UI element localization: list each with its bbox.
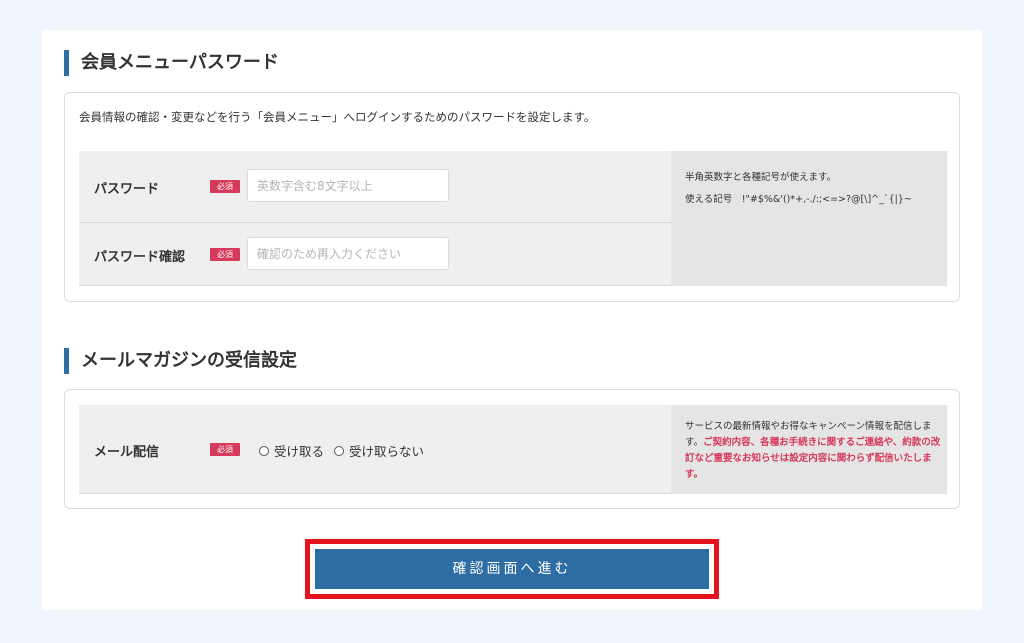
main-panel: 会員メニューパスワード 会員情報の確認・変更などを行う「会員メニュー」へログイン… — [42, 30, 982, 610]
password-intro: 会員情報の確認・変更などを行う「会員メニュー」へログインするためのパスワードを設… — [79, 110, 596, 124]
mail-card: メール配信 必須 受け取る 受け取らない サービスの最新情報やお得なキャンペーン… — [64, 389, 960, 509]
password-label: パスワード — [94, 182, 160, 197]
radio-not-receive-label: 受け取らない — [349, 444, 425, 459]
password-confirm-row: パスワード確認 必須 — [79, 223, 671, 286]
password-help-line1: 半角英数字と各種記号が使えます。 — [685, 172, 837, 183]
mail-delivery-label: メール配信 — [94, 445, 160, 460]
mail-delivery-radio-group: 受け取る 受け取らない — [259, 441, 434, 460]
mail-section-title: メールマガジンの受信設定 — [64, 348, 297, 374]
confirm-button[interactable]: 確認画面へ進む — [315, 549, 709, 589]
mail-help-text: サービスの最新情報やお得なキャンペーン情報を配信します。ご契約内容、各種お手続き… — [685, 419, 943, 483]
password-input[interactable] — [247, 169, 449, 202]
password-confirm-label: パスワード確認 — [94, 250, 186, 265]
required-badge: 必須 — [210, 180, 240, 193]
password-confirm-input[interactable] — [247, 237, 449, 270]
mail-row: メール配信 必須 受け取る 受け取らない — [79, 405, 671, 494]
radio-receive-label: 受け取る — [274, 444, 325, 459]
required-badge: 必須 — [210, 443, 240, 456]
radio-receive[interactable]: 受け取る — [259, 441, 324, 460]
mail-help-notice: ご契約内容、各種お手続きに関するご連絡や、約款の改訂など重要なお知らせは設定内容… — [685, 437, 941, 480]
password-help: 半角英数字と各種記号が使えます。 使える記号 !"#$%&'()*+,-./:;… — [671, 151, 947, 286]
password-help-line2: 使える記号 !"#$%&'()*+,-./:;<=>?@[\]^_`{|}~ — [685, 194, 912, 205]
password-card: 会員情報の確認・変更などを行う「会員メニュー」へログインするためのパスワードを設… — [64, 92, 960, 302]
radio-circle-icon[interactable] — [334, 445, 345, 456]
radio-not-receive[interactable]: 受け取らない — [334, 441, 424, 460]
radio-circle-icon[interactable] — [259, 445, 269, 456]
mail-help: サービスの最新情報やお得なキャンペーン情報を配信します。ご契約内容、各種お手続き… — [671, 405, 947, 494]
password-section-title: 会員メニューパスワード — [64, 50, 279, 76]
password-form-table: パスワード 必須 パスワード確認 必須 半角英数字と各種記号が使えます。 使える… — [79, 151, 947, 286]
mail-form-table: メール配信 必須 受け取る 受け取らない サービスの最新情報やお得なキャンペーン… — [79, 405, 947, 494]
required-badge: 必須 — [210, 248, 240, 261]
password-row: パスワード 必須 — [79, 151, 671, 223]
submit-highlight: 確認画面へ進む — [305, 539, 719, 599]
